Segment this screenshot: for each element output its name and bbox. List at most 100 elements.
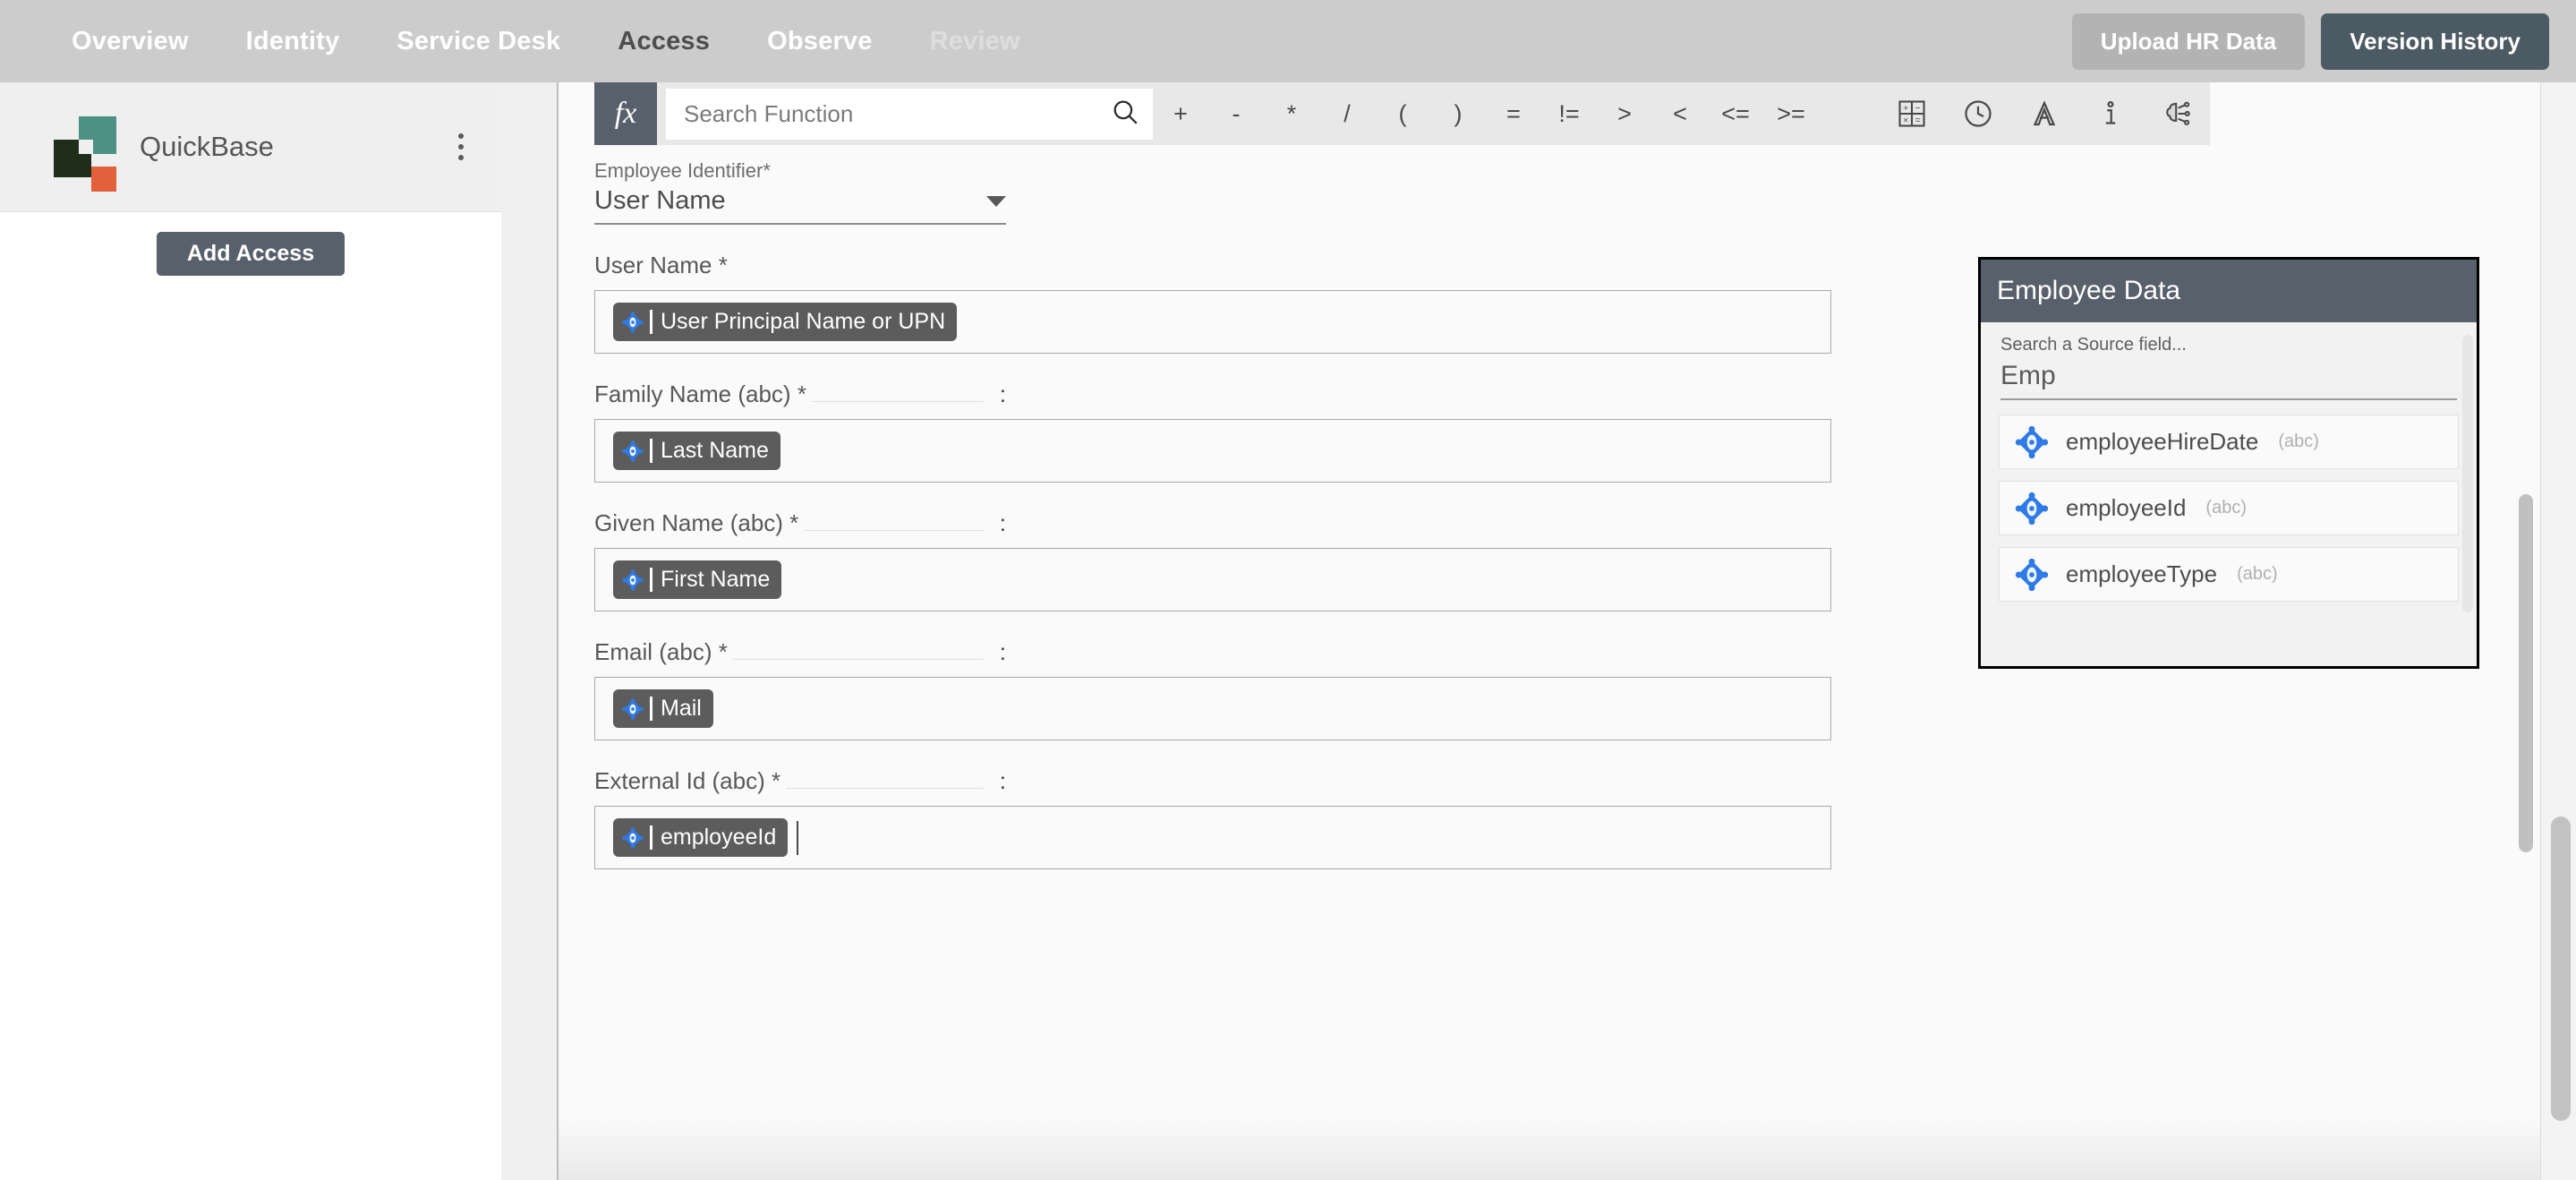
nav-tab-list: Overview Identity Service Desk Access Observ… [43,0,1049,82]
mapping-form: Employee Identifier* User Name User Name… [594,159,1838,873]
nav-tab-identity[interactable]: Identity [218,0,369,82]
operator-button-4[interactable]: ( [1375,82,1430,145]
source-field-name: employeeId [2066,494,2187,521]
source-field-search[interactable]: Search a Source field... Emp [1981,322,2477,400]
source-field-icon [621,826,644,850]
nav-tab-review[interactable]: Review [901,0,1049,82]
source-field-icon [622,569,644,591]
source-field-icon [622,311,644,333]
left-sidebar: QuickBase Add Access [0,82,501,1180]
version-history-button[interactable]: Version History [2321,13,2549,70]
text-format-icon[interactable] [2011,82,2077,145]
source-field-icon [621,440,644,463]
field-token-input[interactable]: Mail [594,677,1831,740]
source-field-token-label: First Name [661,567,771,592]
formula-toolbar: fx +-*/()=!=><<=>= + − × = [594,82,2210,145]
source-field-icon [2015,558,2049,591]
kebab-menu-icon[interactable] [451,126,471,167]
mapping-field-1: Family Name (abc) *: Last Name [594,381,1838,483]
main-panel-scrollbar[interactable] [2519,494,2533,852]
field-label-rule [811,401,984,402]
employee-identifier-value: User Name [594,186,726,215]
operator-button-8[interactable]: > [1597,82,1652,145]
source-field-icon [621,569,644,592]
field-label: Family Name (abc) * [594,381,806,407]
employee-data-title: Employee Data [1981,260,2477,322]
source-field-token[interactable]: First Name [613,560,782,599]
token-divider [650,439,653,463]
info-icon[interactable] [2077,82,2144,145]
source-field-token[interactable]: employeeId [613,818,789,857]
field-label-rule [804,530,984,531]
mapping-field-0: User Name * User Principal Name or UPN [594,252,1838,354]
svg-text:=: = [1915,115,1921,126]
operator-button-2[interactable]: * [1264,82,1319,145]
operator-button-5[interactable]: ) [1430,82,1486,145]
sidebar-gutter [501,82,559,1180]
add-access-button[interactable]: Add Access [157,232,345,276]
mapping-field-4: External Id (abc) *: employeeId [594,767,1838,869]
field-token-input[interactable]: First Name [594,548,1831,611]
main-content-panel: fx +-*/()=!=><<=>= + − × = [559,82,2540,1180]
source-field-icon [621,697,644,721]
upload-hr-data-button[interactable]: Upload HR Data [2071,13,2306,70]
source-field-token[interactable]: Mail [613,689,713,728]
source-field-name: employeeHireDate [2066,428,2259,455]
field-colon: : [999,638,1006,665]
operator-button-6[interactable]: = [1486,82,1541,145]
operator-button-3[interactable]: / [1319,82,1375,145]
source-field-icon [2015,425,2049,458]
source-field-token[interactable]: User Principal Name or UPN [613,303,958,341]
app-card-quickbase[interactable]: QuickBase [0,82,501,212]
source-field-token-label: Last Name [661,438,769,463]
field-token-input[interactable]: User Principal Name or UPN [594,290,1831,354]
source-field-search-value[interactable]: Emp [2000,355,2457,400]
source-field-list-item[interactable]: employeeHireDate (abc) [1999,415,2459,469]
operator-button-9[interactable]: < [1652,82,1708,145]
nav-tab-service-desk[interactable]: Service Desk [368,0,589,82]
source-field-list-item[interactable]: employeeType (abc) [1999,547,2459,602]
source-field-token-label: User Principal Name or UPN [661,309,946,334]
operator-button-0[interactable]: + [1153,82,1208,145]
source-field-token[interactable]: Last Name [613,432,780,470]
field-colon: : [999,381,1006,407]
operator-button-11[interactable]: >= [1763,82,1819,145]
source-field-type: (abc) [2205,498,2247,517]
nav-tab-observe[interactable]: Observe [738,0,900,82]
page-scrollbar-thumb[interactable] [2551,817,2571,1121]
field-label: User Name * [594,252,728,278]
operator-button-1[interactable]: - [1208,82,1264,145]
ai-brain-icon[interactable] [2144,82,2210,145]
operator-list: + - * /() = != > < <= >= [1153,82,1879,145]
search-function-input[interactable] [684,99,1110,128]
svg-text:×: × [1903,115,1908,126]
field-token-input[interactable]: Last Name [594,419,1831,483]
operator-button-10[interactable]: <= [1708,82,1763,145]
field-label: Email (abc) * [594,638,728,665]
field-label-row: User Name * [594,252,1006,279]
source-field-icon [2015,492,2049,525]
calculator-icon[interactable]: + − × = [1879,82,1945,145]
clock-icon[interactable] [1945,82,2011,145]
token-divider [650,310,653,334]
fx-icon: fx [594,82,657,145]
token-divider [650,568,653,592]
nav-tab-overview[interactable]: Overview [43,0,218,82]
search-function-container[interactable] [666,88,1153,140]
source-field-list-item[interactable]: employeeId (abc) [1999,481,2459,535]
search-icon[interactable] [1110,97,1140,132]
field-token-input[interactable]: employeeId [594,806,1831,869]
employee-panel-scrollbar[interactable] [2462,335,2473,612]
chevron-down-icon[interactable] [986,195,1006,207]
source-field-token-label: employeeId [661,825,777,850]
text-cursor [797,820,799,855]
source-field-type: (abc) [2237,564,2278,584]
operator-button-7[interactable]: != [1541,82,1597,145]
source-field-icon [2014,424,2050,460]
source-field-name: employeeType [2066,560,2218,587]
employee-data-panel: Employee Data Search a Source field... E… [1978,257,2479,669]
nav-tab-access[interactable]: Access [589,0,738,82]
page-scrollbar-track[interactable] [2540,82,2576,1180]
employee-identifier-select[interactable]: User Name [594,186,1006,225]
token-divider [650,825,653,850]
